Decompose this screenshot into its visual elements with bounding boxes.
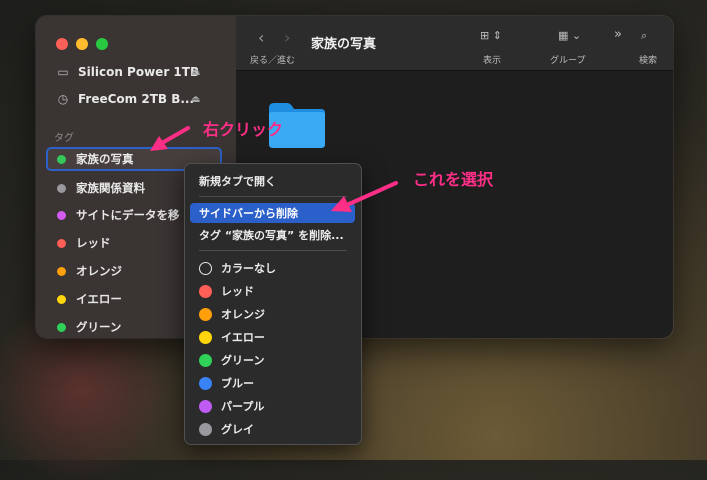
color-dot-icon <box>199 307 212 321</box>
back-button[interactable]: ‹ <box>258 28 264 47</box>
group-label: グループ <box>550 56 586 66</box>
sidebar-tag-label: サイトにデータを移 <box>76 208 180 222</box>
menu-item-label: オレンジ <box>221 308 265 321</box>
more-chevron-icon[interactable]: » <box>614 27 622 42</box>
window-title: 家族の写真 <box>311 37 377 52</box>
tag-color-dot <box>57 210 66 220</box>
context-menu: 新規タブで開く サイドバーから削除 タグ “家族の写真” を削除... カラーな… <box>184 163 362 445</box>
menu-item-label: 新規タブで開く <box>199 175 276 188</box>
eject-icon[interactable]: ⏏ <box>191 94 200 105</box>
sidebar-tag-label: 家族関係資料 <box>76 181 145 195</box>
tag-color-dot <box>57 294 66 304</box>
color-dot-icon <box>199 284 212 298</box>
close-window-button[interactable] <box>56 38 68 50</box>
annotation-select-this: これを選択 <box>413 170 494 189</box>
menu-color-green[interactable]: グリーン <box>190 350 355 370</box>
icon-view-icon[interactable]: ⊞ ⇕ <box>480 29 502 42</box>
zoom-window-button[interactable] <box>96 38 108 50</box>
menu-item-label: タグ “家族の写真” を削除... <box>199 229 344 242</box>
menu-color-none[interactable]: カラーなし <box>190 258 355 278</box>
sidebar-section-tags: タグ <box>54 133 74 144</box>
color-dot-icon <box>199 330 212 344</box>
menu-separator <box>199 196 347 197</box>
sidebar-tag-label: グリーン <box>76 320 122 334</box>
eject-icon[interactable]: ⏏ <box>191 67 200 78</box>
menu-item-label: ブルー <box>221 377 254 390</box>
sidebar-item-label: FreeCom 2TB B... <box>78 92 195 106</box>
search-icon[interactable]: ⌕ <box>641 29 647 43</box>
search-label: 検索 <box>639 56 658 66</box>
sidebar-item-label: Silicon Power 1TB <box>78 65 200 79</box>
tag-color-dot <box>57 183 66 193</box>
external-drive-icon: ▭ <box>57 65 69 79</box>
menu-item-label: サイドバーから削除 <box>199 207 298 220</box>
menu-item-open-new-tab[interactable]: 新規タブで開く <box>190 171 355 191</box>
menu-color-blue[interactable]: ブルー <box>190 373 355 393</box>
menu-color-red[interactable]: レッド <box>190 281 355 301</box>
color-dot-icon <box>199 422 212 436</box>
menu-item-delete-tag[interactable]: タグ “家族の写真” を削除... <box>190 225 355 245</box>
color-dot-icon <box>199 399 212 413</box>
menu-item-remove-from-sidebar[interactable]: サイドバーから削除 <box>190 203 355 223</box>
sidebar-item-silicon-power[interactable]: ▭ Silicon Power 1TB <box>56 65 199 79</box>
menu-color-gray[interactable]: グレイ <box>190 419 355 439</box>
no-color-circle-icon <box>199 261 212 275</box>
menu-item-label: パープル <box>221 400 265 413</box>
menu-item-label: カラーなし <box>221 262 276 275</box>
forward-button[interactable]: › <box>284 28 290 47</box>
menu-item-label: グリーン <box>221 354 265 367</box>
menu-item-label: レッド <box>221 285 254 298</box>
color-dot-icon <box>199 353 212 367</box>
time-machine-icon: ◷ <box>57 92 69 106</box>
group-icon[interactable]: ▦ ⌄ <box>558 29 581 42</box>
menu-separator <box>199 250 347 251</box>
view-label: 表示 <box>483 56 502 66</box>
tag-color-dot <box>57 322 66 332</box>
menu-color-purple[interactable]: パープル <box>190 396 355 416</box>
annotation-right-click: 右クリック <box>203 120 284 139</box>
sidebar-tag-label: イエロー <box>76 292 122 306</box>
back-forward-label: 戻る／進む <box>250 56 296 66</box>
tag-color-dot <box>57 266 66 276</box>
color-dot-icon <box>199 376 212 390</box>
tag-color-dot <box>57 238 66 248</box>
sidebar-tag-label: 家族の写真 <box>76 152 134 166</box>
sidebar-item-freecom[interactable]: ◷ FreeCom 2TB B... <box>56 92 194 106</box>
sidebar-tag-label: オレンジ <box>76 264 122 278</box>
toolbar: ‹ › 戻る／進む 家族の写真 ⊞ ⇕ 表示 ▦ ⌄ グループ » ⌕ 検索 <box>236 16 673 71</box>
minimize-window-button[interactable] <box>76 38 88 50</box>
sidebar-tag-label: レッド <box>76 236 111 250</box>
menu-color-orange[interactable]: オレンジ <box>190 304 355 324</box>
menu-color-yellow[interactable]: イエロー <box>190 327 355 347</box>
menu-item-label: グレイ <box>221 423 254 436</box>
tag-color-dot <box>57 154 66 164</box>
menu-item-label: イエロー <box>221 331 265 344</box>
